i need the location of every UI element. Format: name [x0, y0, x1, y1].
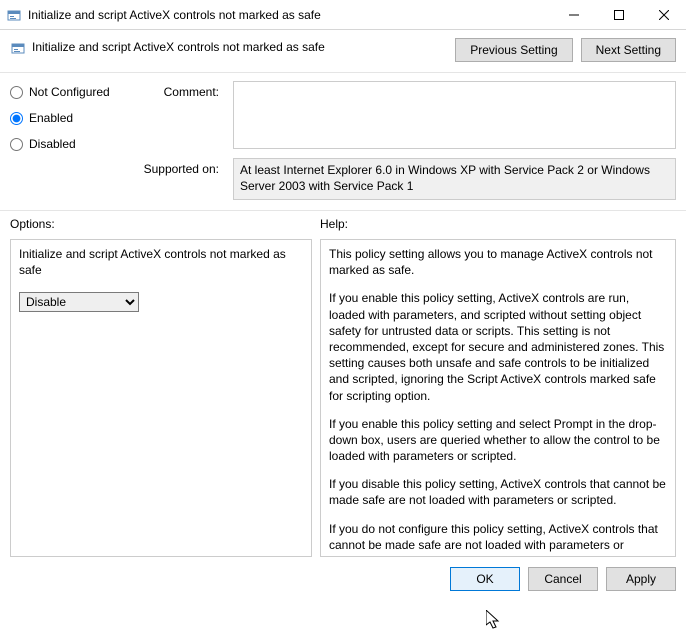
option-title: Initialize and script ActiveX controls n… [19, 246, 303, 278]
supported-on-text: At least Internet Explorer 6.0 in Window… [233, 158, 676, 200]
window-controls [551, 0, 686, 29]
help-label: Help: [320, 217, 348, 231]
option-dropdown[interactable]: Disable [19, 292, 139, 312]
policy-icon [10, 40, 26, 56]
radio-disabled[interactable]: Disabled [10, 137, 125, 151]
help-text: If you do not configure this policy sett… [329, 521, 667, 557]
mouse-cursor-icon [486, 610, 504, 632]
help-text: If you enable this policy setting, Activ… [329, 290, 667, 403]
help-text: If you enable this policy setting and se… [329, 416, 667, 465]
policy-icon [6, 7, 22, 23]
comment-label: Comment: [139, 81, 219, 152]
help-pane: This policy setting allows you to manage… [320, 239, 676, 557]
minimize-button[interactable] [551, 0, 596, 29]
close-button[interactable] [641, 0, 686, 29]
cancel-button[interactable]: Cancel [528, 567, 598, 591]
state-radio-group: Not Configured Enabled Disabled [10, 81, 125, 152]
header-title: Initialize and script ActiveX controls n… [32, 38, 455, 54]
header: Initialize and script ActiveX controls n… [0, 30, 686, 73]
help-text: This policy setting allows you to manage… [329, 246, 667, 278]
options-pane: Initialize and script ActiveX controls n… [10, 239, 312, 557]
comment-textarea[interactable] [233, 81, 676, 149]
next-setting-button[interactable]: Next Setting [581, 38, 676, 62]
dialog-buttons: OK Cancel Apply [0, 563, 686, 599]
options-label: Options: [10, 217, 320, 231]
apply-button[interactable]: Apply [606, 567, 676, 591]
help-text: If you disable this policy setting, Acti… [329, 476, 667, 508]
radio-not-configured[interactable]: Not Configured [10, 85, 125, 99]
window-title: Initialize and script ActiveX controls n… [28, 8, 551, 22]
titlebar: Initialize and script ActiveX controls n… [0, 0, 686, 30]
previous-setting-button[interactable]: Previous Setting [455, 38, 572, 62]
maximize-button[interactable] [596, 0, 641, 29]
ok-button[interactable]: OK [450, 567, 520, 591]
supported-on-label: Supported on: [139, 158, 219, 200]
radio-enabled[interactable]: Enabled [10, 111, 125, 125]
